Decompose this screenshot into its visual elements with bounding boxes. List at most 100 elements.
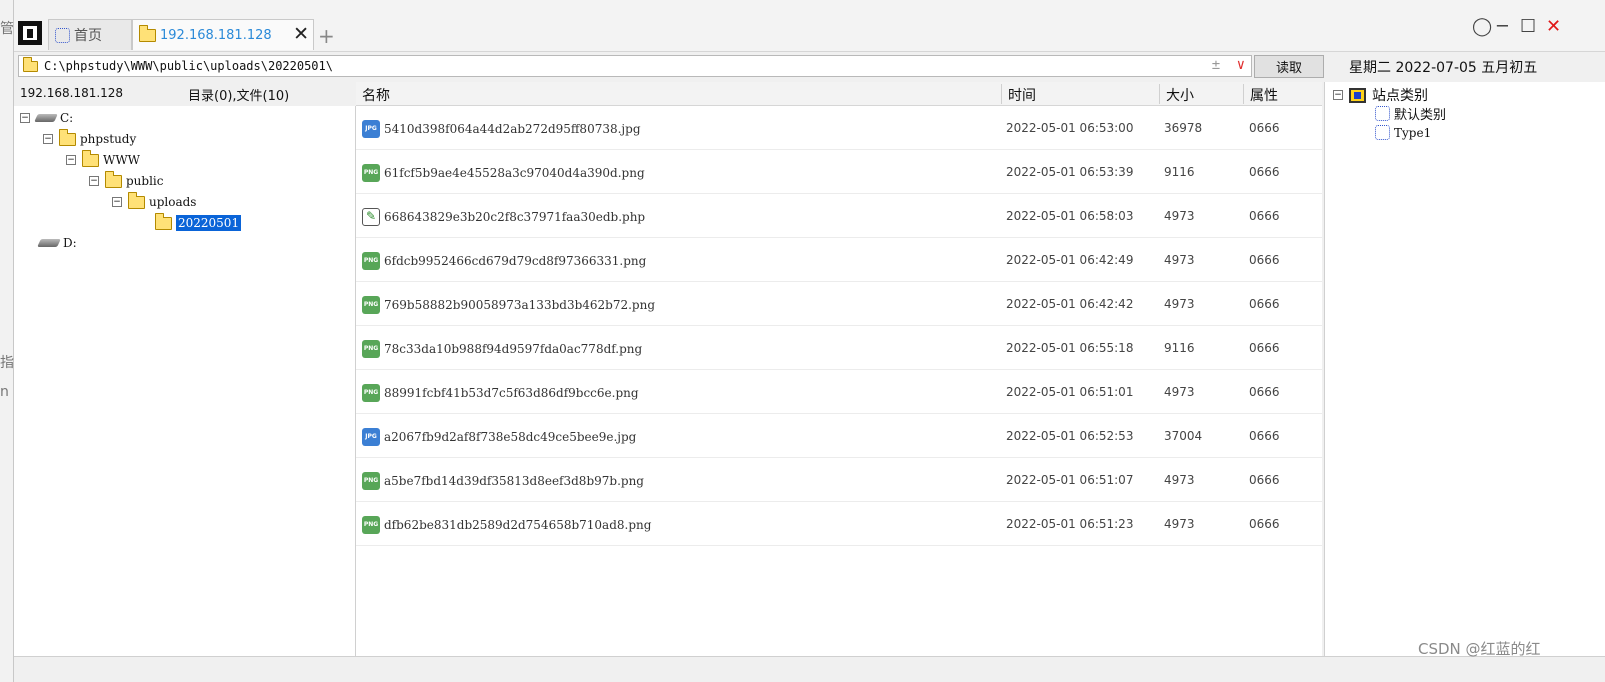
- file-list: JPG 5410d398f064a44d2ab272d95ff80738.jpg 2…: [356, 106, 1322, 656]
- file-name: 769b58882b90058973a133bd3b462b72.png: [384, 298, 656, 312]
- minimize-button[interactable]: ─: [1497, 16, 1508, 37]
- tree-node-label: C:: [60, 111, 74, 125]
- collapse-toggle-icon[interactable]: −: [20, 113, 30, 123]
- drive-icon: [34, 114, 58, 122]
- add-tab-button[interactable]: +: [318, 24, 335, 48]
- category-item-type1[interactable]: Type1: [1375, 125, 1431, 140]
- tab-host[interactable]: 192.168.181.128 ✕: [132, 19, 314, 50]
- file-name-cell: JPG a2067fb9d2af8f738e58dc49ce5bee9e.jpg: [362, 428, 636, 446]
- path-input[interactable]: C:\phpstudy\WWW\public\uploads\20220501\…: [18, 55, 1252, 77]
- file-time-cell: 2022-05-01 06:55:18: [1006, 341, 1134, 355]
- png-file-icon: PNG: [362, 164, 380, 182]
- maximize-button[interactable]: ☐: [1520, 16, 1536, 37]
- circle-control-icon[interactable]: ◯: [1472, 16, 1492, 37]
- file-row[interactable]: JPG a2067fb9d2af8f738e58dc49ce5bee9e.jpg 2…: [356, 414, 1322, 458]
- file-row[interactable]: PNG dfb62be831db2589d2d754658b710ad8.png 2…: [356, 502, 1322, 546]
- file-name: 61fcf5b9ae4e45528a3c97040d4a390d.png: [384, 166, 645, 180]
- collapse-toggle-icon[interactable]: −: [89, 176, 99, 186]
- category-circle-icon: [1375, 125, 1390, 140]
- column-divider[interactable]: [1243, 84, 1244, 104]
- tab-close-icon[interactable]: ✕: [293, 23, 309, 45]
- app-logo-icon[interactable]: [18, 21, 42, 45]
- tree-node-drive-c[interactable]: − C:: [20, 108, 73, 128]
- folder-icon: [139, 24, 156, 42]
- tab-home-label: 首页: [74, 28, 102, 44]
- date-display: 星期二 2022-07-05 五月初五: [1349, 60, 1538, 76]
- file-time-cell: 2022-05-01 06:58:03: [1006, 209, 1134, 223]
- file-row[interactable]: ✎ 668643829e3b20c2f8c37971faa30edb.php 202…: [356, 194, 1322, 238]
- file-list-header: 名称 时间 大小 属性: [356, 82, 1322, 106]
- file-row[interactable]: JPG 5410d398f064a44d2ab272d95ff80738.jpg 2…: [356, 106, 1322, 150]
- tree-node-label: WWW: [103, 153, 141, 167]
- file-row[interactable]: PNG 88991fcbf41b53d7c5f63d86df9bcc6e.png 2…: [356, 370, 1322, 414]
- site-category-root[interactable]: − 站点类别: [1333, 85, 1428, 105]
- site-category-label: 站点类别: [1372, 88, 1428, 104]
- file-attr-cell: 0666: [1249, 429, 1280, 443]
- folder-icon: [23, 56, 38, 72]
- tab-home[interactable]: 首页: [48, 19, 132, 50]
- column-header-attr[interactable]: 属性: [1250, 85, 1278, 105]
- file-time-cell: 2022-05-01 06:52:53: [1006, 429, 1134, 443]
- read-button[interactable]: 读取: [1254, 55, 1324, 78]
- tab-host-label: 192.168.181.128: [160, 27, 272, 43]
- host-ip: 192.168.181.128: [20, 86, 124, 100]
- dir-file-count: 目录(0),文件(10): [188, 89, 290, 104]
- background-glyph: n: [0, 384, 9, 400]
- file-row[interactable]: PNG 6fdcb9952466cd679d79cd8f97366331.png 2…: [356, 238, 1322, 282]
- file-size-cell: 4973: [1164, 517, 1195, 531]
- file-row[interactable]: PNG 61fcf5b9ae4e45528a3c97040d4a390d.png 2…: [356, 150, 1322, 194]
- tree-header: 192.168.181.128 目录(0),文件(10): [14, 82, 356, 106]
- php-file-icon: ✎: [362, 208, 380, 226]
- png-file-icon: PNG: [362, 340, 380, 358]
- collapse-toggle-icon[interactable]: −: [66, 155, 76, 165]
- category-circle-icon: [1375, 106, 1390, 121]
- folder-open-icon: [155, 212, 172, 230]
- tree-node-phpstudy[interactable]: − phpstudy: [43, 128, 137, 149]
- file-time-cell: 2022-05-01 06:51:01: [1006, 385, 1134, 399]
- background-glyph: 指: [0, 355, 14, 371]
- chevron-down-icon[interactable]: ∨: [1237, 57, 1245, 73]
- category-item-label: Type1: [1394, 125, 1432, 140]
- file-name: 668643829e3b20c2f8c37971faa30edb.php: [384, 210, 646, 224]
- file-time-cell: 2022-05-01 06:51:23: [1006, 517, 1134, 531]
- file-row[interactable]: PNG 78c33da10b988f94d9597fda0ac778df.png 2…: [356, 326, 1322, 370]
- close-button[interactable]: ✕: [1546, 16, 1561, 37]
- column-header-time[interactable]: 时间: [1008, 85, 1036, 105]
- tree-node-20220501[interactable]: 20220501: [155, 212, 242, 233]
- file-attr-cell: 0666: [1249, 341, 1280, 355]
- file-row[interactable]: PNG 769b58882b90058973a133bd3b462b72.png 2…: [356, 282, 1322, 326]
- tree-node-drive-d[interactable]: D:: [37, 233, 77, 253]
- collapse-toggle-icon[interactable]: −: [112, 197, 122, 207]
- category-item-default[interactable]: 默认类别: [1375, 104, 1446, 123]
- tree-node-label: D:: [63, 236, 77, 250]
- file-size-cell: 4973: [1164, 473, 1195, 487]
- file-row[interactable]: PNG a5be7fbd14d39df35813d8eef3d8b97b.png 2…: [356, 458, 1322, 502]
- file-name: dfb62be831db2589d2d754658b710ad8.png: [384, 518, 652, 532]
- tree-node-www[interactable]: − WWW: [66, 149, 141, 170]
- collapse-toggle-icon[interactable]: −: [43, 134, 53, 144]
- category-item-label: 默认类别: [1394, 108, 1447, 123]
- file-size-cell: 36978: [1164, 121, 1203, 135]
- file-name-cell: PNG dfb62be831db2589d2d754658b710ad8.png: [362, 516, 651, 534]
- file-name-cell: PNG 6fdcb9952466cd679d79cd8f97366331.png: [362, 252, 646, 270]
- tree-node-uploads[interactable]: − uploads: [112, 191, 196, 212]
- file-time-cell: 2022-05-01 06:42:42: [1006, 297, 1134, 311]
- file-attr-cell: 0666: [1249, 165, 1280, 179]
- directory-tree: − C: − phpstudy − WWW − public − uploads…: [14, 106, 356, 656]
- tab-bar: 首页 192.168.181.128 ✕ + ◯ ─ ☐ ✕: [14, 0, 1605, 52]
- jpg-file-icon: JPG: [362, 428, 380, 446]
- file-name: a5be7fbd14d39df35813d8eef3d8b97b.png: [384, 474, 644, 488]
- column-header-size[interactable]: 大小: [1166, 85, 1194, 105]
- png-file-icon: PNG: [362, 516, 380, 534]
- column-divider[interactable]: [1001, 84, 1002, 104]
- collapse-toggle-icon[interactable]: −: [1333, 90, 1343, 100]
- file-size-cell: 9116: [1164, 341, 1195, 355]
- file-time-cell: 2022-05-01 06:53:39: [1006, 165, 1134, 179]
- file-size-cell: 4973: [1164, 209, 1195, 223]
- column-header-name[interactable]: 名称: [362, 85, 390, 105]
- tree-node-public[interactable]: − public: [89, 170, 164, 191]
- column-divider[interactable]: [1159, 84, 1160, 104]
- plus-minus-icon[interactable]: ±: [1212, 57, 1220, 73]
- tree-node-label: 20220501: [176, 215, 242, 231]
- tree-node-label: phpstudy: [80, 132, 137, 146]
